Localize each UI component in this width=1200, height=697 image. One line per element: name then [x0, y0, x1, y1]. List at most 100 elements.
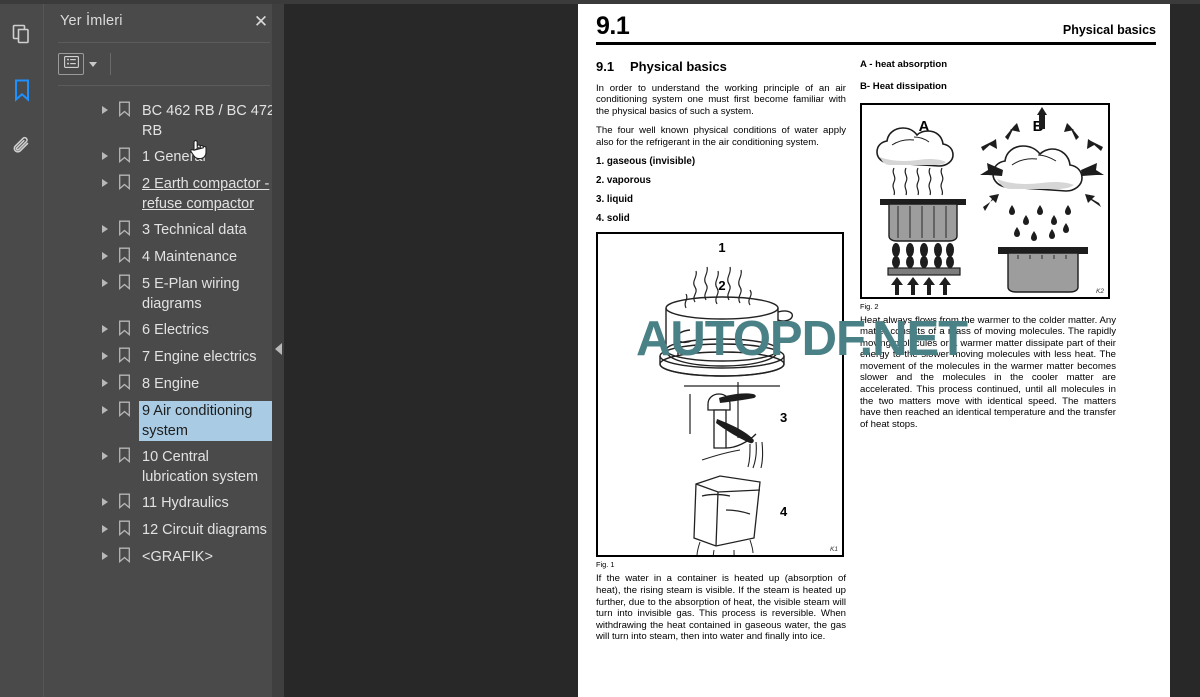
- condition-item-4: 4. solid: [596, 213, 630, 225]
- expand-toggle[interactable]: [98, 448, 112, 464]
- bookmark-item[interactable]: 9 Air conditioning system: [44, 398, 284, 444]
- expand-toggle[interactable]: [98, 348, 112, 364]
- bookmark-item[interactable]: 10 Central lubrication system: [44, 444, 284, 490]
- bookmark-item[interactable]: 11 Hydraulics: [44, 490, 284, 517]
- bookmark-item[interactable]: <GRAFIK>: [44, 544, 284, 571]
- list-options-dropdown-button[interactable]: [86, 54, 100, 74]
- chevron-left-icon: [274, 342, 282, 355]
- expand-toggle[interactable]: [98, 175, 112, 191]
- expand-toggle[interactable]: [98, 402, 112, 418]
- paperclip-icon: [11, 135, 33, 157]
- pdf-viewer-window: Yer İmleri ✕ BC 462 RB / BC 472 RB 1 Gen…: [0, 0, 1200, 697]
- section-title: Physical basics: [630, 58, 727, 74]
- bookmarks-panel-header: Yer İmleri ✕: [44, 0, 284, 42]
- expand-toggle[interactable]: [98, 221, 112, 237]
- figure-1-caption: Fig. 1: [596, 560, 615, 570]
- chevron-right-icon: [102, 498, 108, 506]
- bookmark-icon: [118, 493, 132, 510]
- bookmark-item-label: <GRAFIK>: [142, 549, 213, 565]
- paragraph-intro-1: In order to understand the working princ…: [596, 82, 846, 117]
- figure-1: 1 2 3 4 K1: [596, 232, 844, 563]
- top-bar: [0, 0, 1200, 4]
- figure-2-code: K2: [1096, 287, 1104, 295]
- bookmark-icon: [118, 101, 132, 118]
- pdf-page: 9.1 Physical basics 9.1 Physical basics I…: [578, 4, 1170, 697]
- expand-toggle[interactable]: [98, 521, 112, 537]
- bookmark-item[interactable]: BC 462 RB / BC 472 RB: [44, 98, 284, 144]
- legend-a: A - heat absorption: [860, 58, 948, 70]
- bookmarks-panel-button[interactable]: [2, 70, 42, 110]
- chevron-right-icon: [102, 379, 108, 387]
- thumbnails-panel-button[interactable]: [2, 14, 42, 54]
- expand-toggle[interactable]: [98, 375, 112, 391]
- bookmark-item[interactable]: 3 Technical data: [44, 217, 284, 244]
- pages-thumbnails-icon: [11, 23, 33, 45]
- bookmark-item-label: 6 Electrics: [142, 322, 209, 338]
- document-viewer[interactable]: AUTOPDF.NET 9.1 Physical basics 9.1 Physi…: [284, 0, 1200, 697]
- chevron-right-icon: [102, 225, 108, 233]
- paragraph-figure-1: If the water in a container is heated up…: [596, 573, 846, 643]
- bookmark-icon: [118, 447, 132, 464]
- list-options-button[interactable]: [58, 53, 84, 75]
- bookmarks-panel-title: Yer İmleri: [60, 13, 123, 29]
- figure-2-caption: Fig. 2: [860, 301, 879, 311]
- svg-text:1: 1: [718, 240, 725, 255]
- bookmark-icon: [118, 520, 132, 537]
- sidebar-icon-rail: [0, 0, 44, 697]
- bookmark-item[interactable]: 1 General: [44, 144, 284, 171]
- figure-1-illustration: 1 2 3 4: [598, 234, 842, 563]
- close-panel-button[interactable]: ✕: [250, 10, 272, 32]
- condition-item-2: 2. vaporous: [596, 175, 651, 187]
- bookmark-icon: [118, 320, 132, 337]
- bookmark-icon: [118, 147, 132, 164]
- expand-toggle[interactable]: [98, 494, 112, 510]
- bookmark-item-label: 9 Air conditioning system: [138, 400, 277, 442]
- bookmark-icon: [118, 247, 132, 264]
- bookmark-icon: [118, 220, 132, 237]
- chevron-right-icon: [102, 252, 108, 260]
- figure-2: A B K2: [860, 102, 1110, 299]
- svg-text:4: 4: [780, 504, 788, 519]
- bookmark-icon: [118, 547, 132, 564]
- paragraph-heat-flow: Heat always flows from the warmer to the…: [860, 314, 1116, 430]
- collapse-sidebar-handle[interactable]: [272, 0, 284, 697]
- bookmark-icon: [118, 174, 132, 191]
- chevron-right-icon: [102, 352, 108, 360]
- list-view-icon: [63, 55, 79, 73]
- figure-1-code: K1: [830, 546, 838, 554]
- page-head-number: 9.1: [596, 12, 630, 40]
- bookmark-tree: BC 462 RB / BC 472 RB 1 General 2 Earth co…: [44, 86, 284, 697]
- expand-toggle[interactable]: [98, 148, 112, 164]
- page-head-rule: [596, 42, 1156, 45]
- bookmark-icon: [118, 347, 132, 364]
- expand-toggle[interactable]: [98, 321, 112, 337]
- chevron-right-icon: [102, 106, 108, 114]
- expand-toggle[interactable]: [98, 102, 112, 118]
- toolbar-divider: [110, 53, 111, 75]
- bookmark-icon: [118, 401, 132, 418]
- section-heading: 9.1 Physical basics: [596, 59, 846, 74]
- condition-item-3: 3. liquid: [596, 194, 634, 206]
- chevron-down-icon: [89, 61, 97, 67]
- bookmark-item[interactable]: 5 E-Plan wiring diagrams: [44, 271, 284, 317]
- chevron-right-icon: [102, 152, 108, 160]
- bookmark-item[interactable]: 7 Engine electrics: [44, 344, 284, 371]
- page-head-title: Physical basics: [1062, 23, 1156, 37]
- attachments-panel-button[interactable]: [2, 126, 42, 166]
- bookmarks-toolbar: [44, 43, 284, 85]
- bookmark-item[interactable]: 8 Engine: [44, 371, 284, 398]
- condition-item-1: 1. gaseous (invisible): [596, 156, 696, 168]
- svg-text:2: 2: [718, 278, 725, 293]
- bookmark-item[interactable]: 4 Maintenance: [44, 244, 284, 271]
- bookmark-icon: [118, 374, 132, 391]
- expand-toggle[interactable]: [98, 275, 112, 291]
- chevron-right-icon: [102, 525, 108, 533]
- expand-toggle[interactable]: [98, 248, 112, 264]
- bookmark-item[interactable]: 12 Circuit diagrams: [44, 517, 284, 544]
- bookmark-item-label: 1 General: [142, 149, 206, 165]
- expand-toggle[interactable]: [98, 548, 112, 564]
- bookmark-item-label: 8 Engine: [142, 376, 200, 392]
- bookmark-item[interactable]: 2 Earth compactor - refuse compactor: [44, 171, 284, 217]
- bookmark-item[interactable]: 6 Electrics: [44, 317, 284, 344]
- legend-b: B- Heat dissipation: [860, 80, 947, 92]
